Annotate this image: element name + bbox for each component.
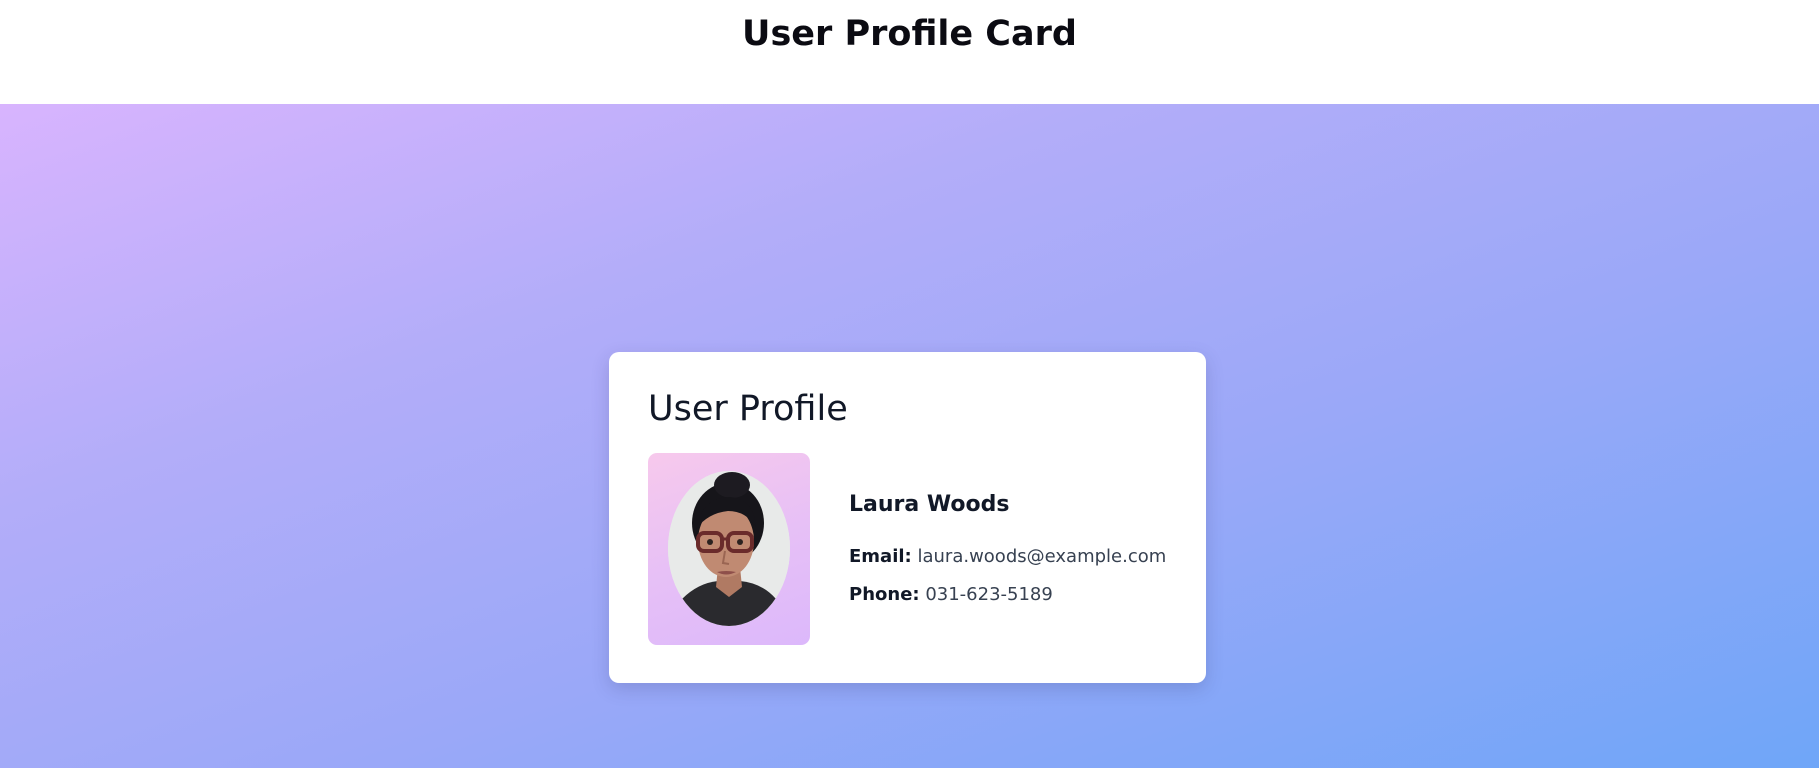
email-row: Email: laura.woods@example.com: [849, 546, 1166, 567]
phone-value: 031-623-5189: [925, 584, 1053, 605]
card-title: User Profile: [648, 389, 848, 429]
profile-card: User Profile Laura Woods Email: laura.wo…: [609, 352, 1206, 683]
page-header: User Profile Card: [0, 0, 1819, 104]
email-label: Email:: [849, 546, 912, 567]
page-title: User Profile Card: [742, 14, 1077, 54]
phone-label: Phone:: [849, 584, 920, 605]
avatar-photo: [668, 471, 790, 626]
avatar-frame: [648, 453, 810, 645]
user-name: Laura Woods: [849, 492, 1010, 517]
phone-row: Phone: 031-623-5189: [849, 584, 1053, 605]
email-value: laura.woods@example.com: [917, 546, 1167, 567]
avatar: [668, 471, 790, 626]
